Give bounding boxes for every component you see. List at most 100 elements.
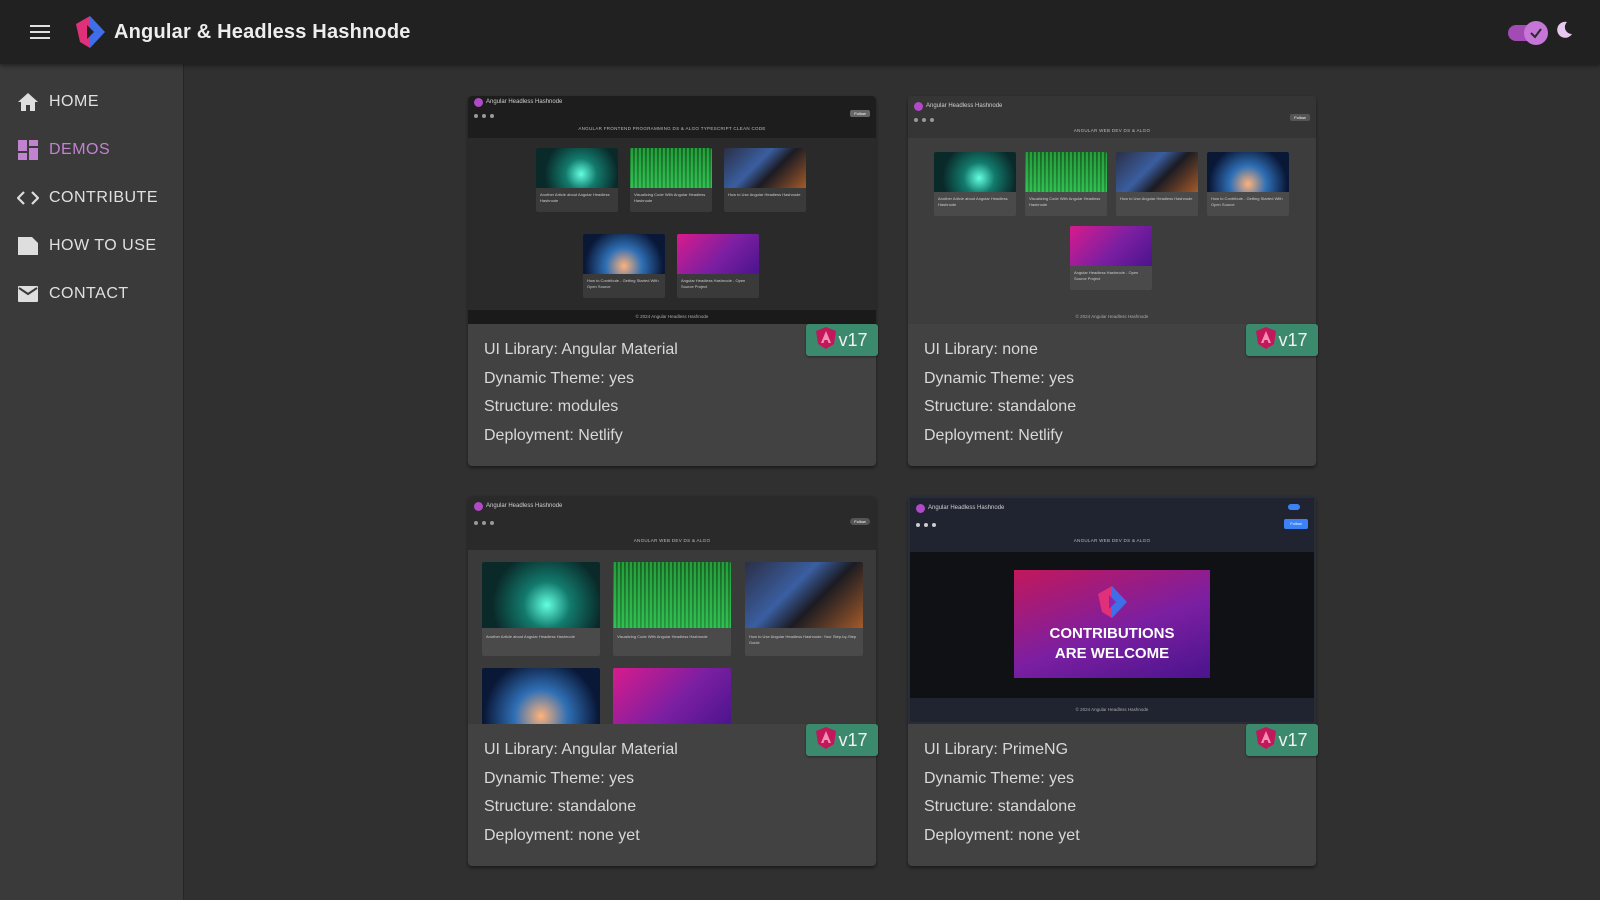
sidebar-item-how-to-use[interactable]: HOW TO USE xyxy=(0,222,183,270)
version-badge: v17 xyxy=(1246,724,1318,756)
ui-library-text: UI Library: Angular Material xyxy=(484,741,678,758)
deployment-text: Deployment: none yet xyxy=(484,826,640,844)
ui-library-text: UI Library: Angular Material xyxy=(484,341,678,358)
sidebar-item-label: DEMOS xyxy=(49,141,111,158)
preview-toggle xyxy=(1288,504,1300,510)
structure-text: Structure: modules xyxy=(484,398,619,415)
check-icon xyxy=(1524,20,1548,45)
label-icon xyxy=(17,235,39,257)
structure-text: Structure: standalone xyxy=(484,798,637,815)
dashboard-icon xyxy=(17,139,39,161)
preview-social-icons xyxy=(914,118,934,122)
demo-info: UI Library: PrimeNG Dynamic Theme: yes S… xyxy=(924,736,1080,850)
preview-follow-button: Follow xyxy=(850,110,870,117)
moon-icon xyxy=(1554,20,1574,45)
preview-tile: Angular Headless Hashnode - Open Source … xyxy=(1070,226,1152,290)
preview-tile: Another Article about Angular Headless H… xyxy=(536,148,618,212)
theme-toggle[interactable] xyxy=(1508,20,1574,45)
dynamic-theme-text: Dynamic Theme: yes xyxy=(484,769,634,787)
preview-tile: How to Contribute - Getting Started With… xyxy=(1207,152,1289,216)
demo-preview-image[interactable]: Angular Headless Hashnode Follow ANGULAR… xyxy=(908,96,1316,324)
code-icon xyxy=(17,187,39,209)
preview-tile: Another Article about Angular Headless H… xyxy=(934,152,1016,216)
preview-nav: ANGULAR WEB DEV DS & ALGO xyxy=(1073,128,1151,133)
sidebar-item-label: CONTRIBUTE xyxy=(49,189,158,206)
demo-card[interactable]: Angular Headless Hashnode Follow ANGULAR… xyxy=(908,496,1318,866)
preview-title: Angular Headless Hashnode xyxy=(486,503,563,509)
demo-preview-image[interactable]: Angular Headless Hashnode Follow ANGULAR… xyxy=(468,96,876,324)
sidebar-item-contact[interactable]: CONTACT xyxy=(0,270,183,318)
demo-card[interactable]: Angular Headless Hashnode Follow ANGULAR… xyxy=(908,96,1318,466)
version-label: v17 xyxy=(1278,729,1308,750)
angular-logo-icon xyxy=(816,326,837,354)
preview-nav: ANGULAR FRONTEND PROGRAMMING DS & ALGO T… xyxy=(578,126,766,131)
angular-logo-icon xyxy=(1256,326,1277,354)
preview-social-icons xyxy=(916,523,936,527)
preview-title: Angular Headless Hashnode xyxy=(926,103,1003,109)
preview-social-icons xyxy=(474,114,494,118)
version-label: v17 xyxy=(1278,329,1308,350)
preview-follow-button: Follow xyxy=(850,518,870,525)
dynamic-theme-text: Dynamic Theme: yes xyxy=(484,369,634,387)
preview-title: Angular Headless Hashnode xyxy=(486,99,563,105)
preview-banner-text: CONTRIBUTIONS ARE WELCOME xyxy=(1049,625,1175,662)
deployment-text: Deployment: none yet xyxy=(924,826,1080,844)
demo-info: UI Library: none Dynamic Theme: yes Stru… xyxy=(924,336,1076,450)
demo-info: UI Library: Angular Material Dynamic The… xyxy=(484,336,678,450)
preview-nav: ANGULAR WEB DEV DS & ALGO xyxy=(1073,538,1151,543)
preview-footer: © 2024 Angular Headless Hashnode xyxy=(908,310,1316,324)
dynamic-theme-text: Dynamic Theme: yes xyxy=(924,769,1074,787)
preview-social-icons xyxy=(474,521,494,525)
top-toolbar: Angular & Headless Hashnode xyxy=(0,0,1600,64)
preview-tile: How to Use Angular Headless Hashnode xyxy=(1116,152,1198,216)
sidebar-item-label: HOME xyxy=(49,93,99,110)
version-badge: v17 xyxy=(1246,324,1318,356)
preview-tile xyxy=(482,668,600,724)
preview-tile: How to Contribute - Getting Started With… xyxy=(583,234,665,298)
preview-title: Angular Headless Hashnode xyxy=(928,505,1005,511)
structure-text: Structure: standalone xyxy=(924,798,1077,815)
demo-info: UI Library: Angular Material Dynamic The… xyxy=(484,736,678,850)
preview-footer: © 2024 Angular Headless Hashnode xyxy=(468,310,876,324)
angular-logo-icon xyxy=(816,726,837,754)
preview-logo-icon xyxy=(916,504,925,513)
version-badge: v17 xyxy=(806,724,878,756)
sidebar-item-contribute[interactable]: CONTRIBUTE xyxy=(0,174,183,222)
dynamic-theme-text: Dynamic Theme: yes xyxy=(924,369,1074,387)
mail-icon xyxy=(17,283,39,305)
deployment-text: Deployment: Netlify xyxy=(924,426,1063,444)
preview-logo-icon xyxy=(914,102,923,111)
preview-tile: Visualizing Code With Angular Headless H… xyxy=(1025,152,1107,216)
sidebar-item-label: CONTACT xyxy=(49,285,129,302)
sidebar-item-label: HOW TO USE xyxy=(49,237,157,254)
preview-tile: How to Use Angular Headless Hashnode xyxy=(724,148,806,212)
app-title[interactable]: Angular & Headless Hashnode xyxy=(114,21,411,44)
app-logo-icon[interactable] xyxy=(72,14,108,50)
demo-preview-image[interactable]: Angular Headless Hashnode Follow ANGULAR… xyxy=(908,496,1316,724)
menu-icon[interactable] xyxy=(20,12,60,52)
demo-card[interactable]: Angular Headless Hashnode Follow ANGULAR… xyxy=(468,96,878,466)
preview-tile: Visualizing Code With Angular Headless H… xyxy=(630,148,712,212)
demo-card[interactable]: Angular Headless Hashnode Follow ANGULAR… xyxy=(468,496,878,866)
preview-logo-icon xyxy=(474,502,483,511)
sidebar-item-demos[interactable]: DEMOS xyxy=(0,126,183,174)
preview-tile: Angular Headless Hashnode - Open Source … xyxy=(677,234,759,298)
theme-toggle-switch[interactable] xyxy=(1508,20,1548,45)
app-logo-icon xyxy=(1098,586,1127,618)
version-badge: v17 xyxy=(806,324,878,356)
ui-library-text: UI Library: PrimeNG xyxy=(924,741,1069,758)
preview-follow-button: Follow xyxy=(1284,519,1308,529)
preview-tile xyxy=(613,668,731,724)
preview-follow-button: Follow xyxy=(1290,114,1310,121)
preview-logo-icon xyxy=(474,98,483,107)
preview-banner: CONTRIBUTIONS ARE WELCOME xyxy=(1014,570,1210,678)
sidebar-item-home[interactable]: HOME xyxy=(0,78,183,126)
ui-library-text: UI Library: none xyxy=(924,341,1038,358)
deployment-text: Deployment: Netlify xyxy=(484,426,623,444)
version-label: v17 xyxy=(838,729,868,750)
demo-preview-image[interactable]: Angular Headless Hashnode Follow ANGULAR… xyxy=(468,496,876,724)
preview-nav: ANGULAR WEB DEV DS & ALGO xyxy=(633,538,711,543)
preview-footer: © 2024 Angular Headless Hashnode xyxy=(910,698,1314,722)
home-icon xyxy=(17,91,39,113)
preview-tile: Another Article about Angular Headless H… xyxy=(482,562,600,656)
